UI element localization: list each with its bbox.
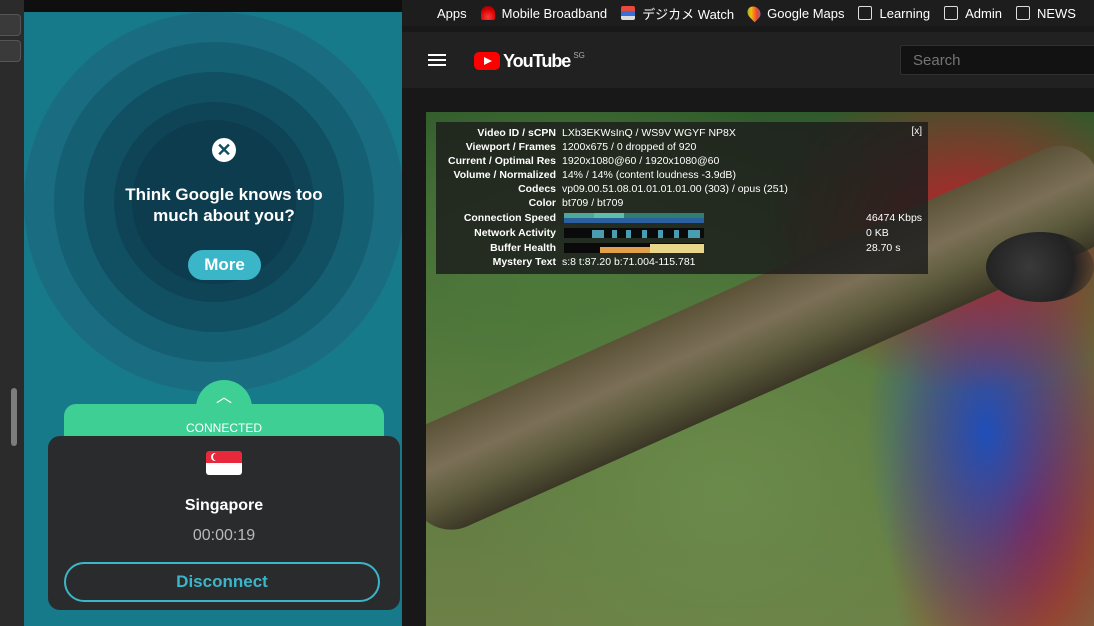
left-edge-strip [0,0,25,626]
stats-for-nerds-panel: [x] Video ID / sCPN LXb3EKWsInQ / WS9V W… [436,122,928,274]
bookmark-learning[interactable]: Learning [858,6,930,21]
singapore-flag-icon [206,451,242,475]
bookmark-label: Google Maps [767,5,845,21]
youtube-logo[interactable]: YouTube SG [474,51,585,71]
stats-label: Network Activity [474,227,556,239]
more-button[interactable]: More [188,250,261,280]
stats-label: Viewport / Frames [465,141,556,153]
stats-value: LXb3EKWsInQ / WS9V WGYF NP8X [562,127,736,139]
connection-timer: 00:00:19 [192,527,256,544]
stats-value: 28.70 s [866,242,901,254]
folder-icon [944,6,959,20]
connection-status: CONNECTED [185,421,262,435]
side-tab-top[interactable] [0,14,21,36]
connection-speed-graph [564,213,704,223]
stats-value: 1920x1080@60 / 1920x1080@60 [562,155,720,167]
bookmark-news[interactable]: NEWS [1015,5,1076,21]
disconnect-button[interactable]: Disconnect [64,562,380,602]
stats-row: Color bt709 / bt709 [436,196,928,210]
stats-label: Volume / Normalized [453,169,557,181]
stats-label: Current / Optimal Res [448,155,556,167]
bookmark-label: Apps [437,5,467,21]
stats-value: vp09.00.51.08.01.01.01.01.00 (303) / opu… [562,183,788,195]
apps-grid-icon [416,6,430,20]
stats-label: Color [528,197,556,209]
bookmark-label: Admin [965,5,1002,21]
bookmark-dc-watch[interactable]: デジカメ Watch [621,4,734,23]
stats-value: 1200x675 / 0 dropped of 920 [562,141,697,153]
stats-value: s:8 t:87.20 b:71.004-115.781 [562,256,696,268]
stats-row: Mystery Text s:8 t:87.20 b:71.004-115.78… [436,255,928,269]
bookmark-apps[interactable]: Apps [416,6,467,21]
search-input[interactable] [900,45,1094,75]
huawei-icon [480,6,495,20]
maps-pin-icon [744,3,764,23]
stats-row: Current / Optimal Res 1920x1080@60 / 192… [436,154,928,168]
network-activity-graph [564,228,704,238]
stats-row: Viewport / Frames 1200x675 / 0 dropped o… [436,140,928,154]
stats-label: Buffer Health [490,242,556,254]
stats-row: Video ID / sCPN LXb3EKWsInQ / WS9V WGYF … [436,126,928,140]
folder-icon [858,6,873,20]
stats-row: Connection Speed 46474 Kbps [436,211,928,225]
stats-row: Codecs vp09.00.51.08.01.01.01.01.00 (303… [436,182,928,196]
buffer-health-graph [564,243,704,253]
bookmarks-bar: Apps Mobile Broadband デジカメ Watch Google … [402,0,1094,26]
video-parrot-claw [986,232,1094,302]
stats-value: 0 KB [866,227,889,239]
stats-value: bt709 / bt709 [562,197,624,209]
stats-value: 46474 Kbps [866,212,923,224]
stats-row: Network Activity 0 KB [436,226,928,240]
youtube-header: YouTube SG [402,32,1094,88]
promo-close-icon[interactable]: ✕ [212,138,236,162]
bookmark-label: デジカメ Watch [642,6,735,22]
folder-icon [1015,6,1030,20]
connection-card: Singapore 00:00:19 Disconnect [48,436,400,610]
stats-label: Mystery Text [492,256,556,268]
side-tab-second[interactable] [0,40,21,62]
region-code: SG [573,50,585,60]
dc-watch-icon [621,6,636,20]
stats-value: 14% / 14% (content loudness -3.9dB) [562,169,736,181]
stats-row: Volume / Normalized 14% / 14% (content l… [436,168,928,182]
bookmark-admin[interactable]: Admin [944,6,1002,21]
stats-row: Buffer Health 28.70 s [436,241,928,255]
vpn-panel: ✕ Think Google knows too much about you?… [24,0,402,626]
stats-label: Codecs [518,183,556,195]
bookmark-label: NEWS [1036,5,1076,21]
youtube-play-icon [474,52,500,70]
youtube-logo-text: YouTube [503,50,571,71]
bookmark-mobile-broadband[interactable]: Mobile Broadband [480,5,608,21]
promo-text: Think Google knows too much about you? [125,185,323,225]
country-name: Singapore [184,497,264,514]
stats-label: Video ID / sCPN [477,127,556,139]
scrollbar-thumb[interactable] [11,388,17,446]
browser-window: Apps Mobile Broadband デジカメ Watch Google … [402,0,1094,626]
stats-label: Connection Speed [463,212,556,224]
bookmark-label: Learning [879,5,931,21]
bookmark-google-maps[interactable]: Google Maps [744,3,845,23]
menu-icon[interactable] [428,54,446,66]
bookmark-label: Mobile Broadband [501,5,608,21]
